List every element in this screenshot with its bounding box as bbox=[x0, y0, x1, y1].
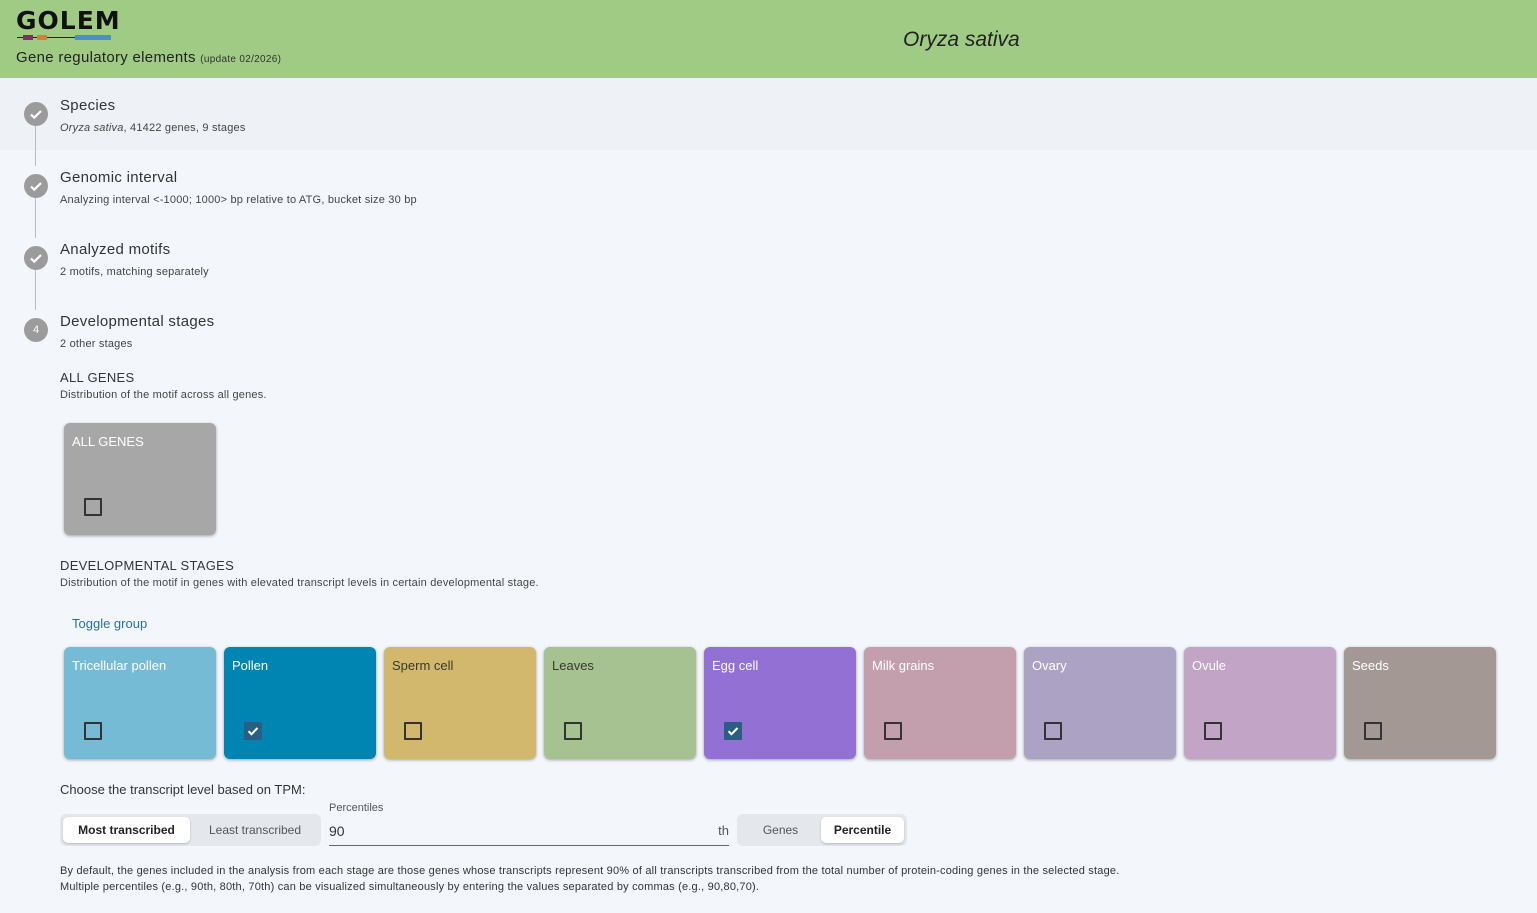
stage-card-leaves[interactable]: Leaves bbox=[544, 647, 696, 759]
card-label: Ovary bbox=[1032, 658, 1067, 673]
dev-stages-description: Distribution of the motif in genes with … bbox=[60, 577, 539, 589]
most-transcribed-button[interactable]: Most transcribed bbox=[63, 817, 190, 843]
unchecked-checkbox[interactable] bbox=[884, 722, 902, 740]
stage-card-tricellular-pollen[interactable]: Tricellular pollen bbox=[64, 647, 216, 759]
all-genes-heading: ALL GENES bbox=[60, 370, 135, 385]
unchecked-checkbox[interactable] bbox=[1044, 722, 1062, 740]
step-genomic-interval-summary: Analyzing interval <-1000; 1000> bp rela… bbox=[60, 194, 417, 206]
dev-stages-heading: DEVELOPMENTAL STAGES bbox=[60, 558, 235, 573]
step-species-summary: Oryza sativa, 41422 genes, 9 stages bbox=[60, 122, 246, 134]
card-label: ALL GENES bbox=[72, 434, 144, 449]
step-motifs-title[interactable]: Analyzed motifs bbox=[60, 241, 170, 258]
all-genes-card[interactable]: ALL GENES bbox=[64, 423, 216, 535]
app-subtitle: Gene regulatory elements (update 02/2026… bbox=[16, 49, 282, 66]
checked-checkbox[interactable] bbox=[724, 722, 742, 740]
all-genes-description: Distribution of the motif across all gen… bbox=[60, 389, 267, 401]
genes-unit-button[interactable]: Genes bbox=[740, 817, 821, 843]
step-motifs-summary: 2 motifs, matching separately bbox=[60, 266, 209, 278]
step-1-check-icon[interactable] bbox=[24, 102, 48, 126]
logo-graphic bbox=[17, 35, 111, 40]
species-title: Oryza sativa bbox=[903, 28, 1020, 51]
card-label: Leaves bbox=[552, 658, 594, 673]
card-label: Egg cell bbox=[712, 658, 759, 673]
step-genomic-interval-title[interactable]: Genomic interval bbox=[60, 169, 177, 186]
unchecked-checkbox[interactable] bbox=[1204, 722, 1222, 740]
percentile-unit-button[interactable]: Percentile bbox=[821, 817, 904, 843]
percentiles-input[interactable]: 90 th bbox=[329, 820, 729, 846]
stage-card-ovule[interactable]: Ovule bbox=[1184, 647, 1336, 759]
percentiles-label: Percentiles bbox=[329, 802, 384, 814]
unchecked-checkbox[interactable] bbox=[1364, 722, 1382, 740]
stage-card-seeds[interactable]: Seeds bbox=[1344, 647, 1496, 759]
step-3-check-icon[interactable] bbox=[24, 246, 48, 270]
stage-card-sperm-cell[interactable]: Sperm cell bbox=[384, 647, 536, 759]
step-4-number[interactable]: 4 bbox=[24, 318, 48, 342]
active-step-band bbox=[0, 78, 1537, 150]
step-stages-summary: 2 other stages bbox=[60, 338, 133, 350]
unchecked-checkbox[interactable] bbox=[84, 722, 102, 740]
step-stages-title[interactable]: Developmental stages bbox=[60, 313, 214, 330]
app-logo[interactable]: GOLEM bbox=[16, 6, 121, 35]
unit-toggle: Genes Percentile bbox=[737, 814, 907, 846]
unchecked-checkbox[interactable] bbox=[404, 722, 422, 740]
checked-checkbox[interactable] bbox=[244, 722, 262, 740]
default-note: By default, the genes included in the an… bbox=[60, 865, 1120, 877]
card-label: Seeds bbox=[1352, 658, 1389, 673]
step-2-check-icon[interactable] bbox=[24, 174, 48, 198]
card-label: Milk grains bbox=[872, 658, 935, 673]
stage-card-milk-grains[interactable]: Milk grains bbox=[864, 647, 1016, 759]
update-note: (update 02/2026) bbox=[200, 54, 282, 65]
unchecked-checkbox[interactable] bbox=[564, 722, 582, 740]
card-label: Tricellular pollen bbox=[72, 658, 167, 673]
all-genes-checkbox[interactable] bbox=[84, 498, 102, 516]
card-label: Sperm cell bbox=[392, 658, 454, 673]
percentiles-value[interactable]: 90 bbox=[329, 823, 345, 839]
card-label: Ovule bbox=[1192, 658, 1226, 673]
card-label: Pollen bbox=[232, 658, 269, 673]
app-header: GOLEM Gene regulatory elements (update 0… bbox=[0, 0, 1537, 78]
stage-card-egg-cell[interactable]: Egg cell bbox=[704, 647, 856, 759]
step-connector bbox=[35, 198, 36, 238]
least-transcribed-button[interactable]: Least transcribed bbox=[192, 817, 318, 843]
toggle-group-button[interactable]: Toggle group bbox=[72, 616, 147, 631]
step-species-title[interactable]: Species bbox=[60, 97, 115, 114]
step-connector bbox=[35, 126, 36, 166]
step-connector bbox=[35, 270, 36, 310]
percentiles-suffix: th bbox=[718, 823, 729, 838]
transcript-mode-toggle: Most transcribed Least transcribed bbox=[60, 814, 321, 846]
tpm-label: Choose the transcript level based on TPM… bbox=[60, 782, 306, 797]
stage-card-pollen[interactable]: Pollen bbox=[224, 647, 376, 759]
multiple-percentiles-note: Multiple percentiles (e.g., 90th, 80th, … bbox=[60, 881, 760, 893]
stage-card-ovary[interactable]: Ovary bbox=[1024, 647, 1176, 759]
